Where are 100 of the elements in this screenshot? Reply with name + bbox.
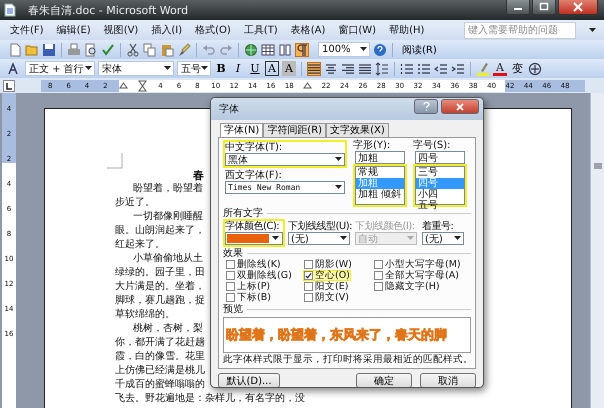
tab-stop-icon[interactable] xyxy=(3,80,15,92)
dropdown-arrow-icon[interactable] xyxy=(340,236,347,241)
close-button[interactable] xyxy=(441,99,479,114)
effect-checkbox[interactable]: 双删除线(G) xyxy=(225,270,293,281)
dialog-tab[interactable]: 字符间距(R) xyxy=(263,123,326,137)
effect-checkbox[interactable]: 小型大写字母(M) xyxy=(373,259,462,270)
increase-indent-icon[interactable] xyxy=(451,62,465,76)
numbered-list-icon[interactable] xyxy=(400,62,414,76)
font-style-field[interactable]: 加粗 xyxy=(355,151,405,164)
dialog-tab[interactable]: 文字效果(X) xyxy=(326,123,389,137)
border-button[interactable]: A xyxy=(265,61,279,76)
menu-item[interactable]: 插入(I) xyxy=(151,23,182,37)
scissors-icon[interactable] xyxy=(126,42,140,56)
effect-checkbox[interactable]: 下标(B) xyxy=(225,292,272,303)
effect-checkbox[interactable]: 阴文(V) xyxy=(303,292,350,303)
bullet-list-icon[interactable] xyxy=(417,62,431,76)
style-field[interactable]: 正文 + 首行 xyxy=(25,61,95,76)
underline-button[interactable]: U xyxy=(248,61,262,76)
help-search-field[interactable]: 键入需要帮助的问题 xyxy=(464,22,576,38)
font-field[interactable]: 宋体 xyxy=(98,61,174,76)
dialog-tab[interactable]: 字体(N) xyxy=(220,123,264,137)
highlighter-icon[interactable] xyxy=(476,62,490,76)
dropdown-arrow-icon[interactable] xyxy=(589,28,596,32)
effect-checkbox[interactable]: 阳文(E) xyxy=(303,281,350,292)
globe-icon[interactable] xyxy=(244,42,258,56)
read-button[interactable]: 阅读(R) xyxy=(398,42,441,57)
copy-icon[interactable] xyxy=(143,42,157,56)
list-option[interactable]: 三号 xyxy=(416,167,464,178)
bold-button[interactable]: B xyxy=(214,61,228,76)
dropdown-arrow-icon[interactable] xyxy=(164,66,171,71)
maximize-button[interactable] xyxy=(532,0,556,15)
minimize-button[interactable] xyxy=(506,0,530,15)
clipboard-icon[interactable] xyxy=(160,42,174,56)
list-option[interactable]: 常规 xyxy=(356,167,404,178)
line-spacing-icon[interactable] xyxy=(375,62,389,76)
font-size-field[interactable]: 四号 xyxy=(415,151,465,164)
save-icon[interactable] xyxy=(42,42,56,56)
effect-checkbox[interactable]: 阴影(W) xyxy=(303,259,353,270)
table-icon[interactable] xyxy=(261,42,275,56)
help-icon[interactable] xyxy=(373,42,387,56)
underline-style-field[interactable]: (无) xyxy=(288,232,350,245)
dropdown-arrow-icon[interactable] xyxy=(454,236,461,241)
shading-button[interactable]: A xyxy=(282,61,296,76)
vertical-scrollbar[interactable] xyxy=(590,93,604,408)
western-font-field[interactable]: Times New Roman xyxy=(225,181,345,194)
menu-item[interactable]: 帮助(H) xyxy=(389,23,424,37)
phonetic-guide-button[interactable]: 变 xyxy=(510,61,525,76)
justify-align-icon[interactable] xyxy=(307,62,321,76)
font-size-field[interactable]: 五号 xyxy=(177,61,211,76)
chinese-font-field[interactable]: 黑体 xyxy=(225,153,345,166)
circled-plus-icon[interactable] xyxy=(528,62,542,76)
menu-item[interactable]: 窗口(W) xyxy=(338,23,376,37)
triangle-marker-icon[interactable] xyxy=(119,80,128,92)
menu-item[interactable]: 文件(F) xyxy=(10,23,44,37)
effect-checkbox[interactable]: 上标(P) xyxy=(225,281,272,292)
menu-item[interactable]: 工具(T) xyxy=(244,23,278,37)
text-line: 盼望着，盼望着 xyxy=(133,182,203,196)
effect-checkbox[interactable]: 隐藏文字(H) xyxy=(373,281,441,292)
dropdown-arrow-icon[interactable] xyxy=(201,66,208,71)
list-option[interactable]: 加粗 倾斜 xyxy=(356,189,404,200)
menu-item[interactable]: 视图(V) xyxy=(104,23,138,37)
open-folder-icon[interactable] xyxy=(25,42,39,56)
default-button[interactable]: 默认(D)... xyxy=(218,373,280,387)
effect-checkbox[interactable]: 删除线(K) xyxy=(225,259,282,270)
split-handle-icon[interactable] xyxy=(594,163,602,169)
zoom-field[interactable]: 100% xyxy=(318,42,370,57)
hourglass-marker-icon[interactable] xyxy=(138,80,147,92)
list-option[interactable]: 小四 xyxy=(416,189,464,200)
columns-icon[interactable] xyxy=(278,42,292,56)
italic-button[interactable]: I xyxy=(231,61,245,76)
dropdown-arrow-icon[interactable] xyxy=(85,66,92,71)
triangle-marker-icon[interactable] xyxy=(303,80,312,92)
brush-icon[interactable] xyxy=(177,42,191,56)
list-option[interactable]: 五号 xyxy=(416,200,464,211)
menu-item[interactable]: 表格(A) xyxy=(290,23,326,37)
help-button[interactable] xyxy=(414,99,438,114)
font-color-picker[interactable] xyxy=(225,232,283,245)
print-icon[interactable] xyxy=(67,42,81,56)
dropdown-arrow-icon[interactable] xyxy=(335,185,342,190)
new-document-icon[interactable] xyxy=(8,42,22,56)
emphasis-field[interactable]: (无) xyxy=(422,232,464,245)
center-align-icon[interactable] xyxy=(324,62,338,76)
menu-item[interactable]: 格式(O) xyxy=(195,23,231,37)
dropdown-arrow-icon[interactable] xyxy=(272,236,279,241)
menu-item[interactable]: 编辑(E) xyxy=(56,23,91,37)
corner-mark-icon xyxy=(107,153,123,169)
text-line: 红起来了。 xyxy=(115,238,165,252)
close-button[interactable] xyxy=(558,0,598,15)
formatting-marks-icon[interactable] xyxy=(295,42,309,56)
effect-checkbox[interactable]: 空心(O) xyxy=(303,270,351,281)
print-preview-icon[interactable] xyxy=(84,42,98,56)
cancel-button[interactable]: 取消 xyxy=(420,373,476,387)
ok-button[interactable]: 确定 xyxy=(356,373,412,387)
spelling-check-icon[interactable] xyxy=(101,42,115,56)
dropdown-arrow-icon[interactable] xyxy=(360,47,367,52)
effect-checkbox[interactable]: 全部大写字母(A) xyxy=(373,270,460,281)
distributed-align-icon[interactable] xyxy=(358,62,372,76)
dropdown-arrow-icon[interactable] xyxy=(335,157,342,162)
decrease-indent-icon[interactable] xyxy=(434,62,448,76)
right-align-icon[interactable] xyxy=(341,62,355,76)
